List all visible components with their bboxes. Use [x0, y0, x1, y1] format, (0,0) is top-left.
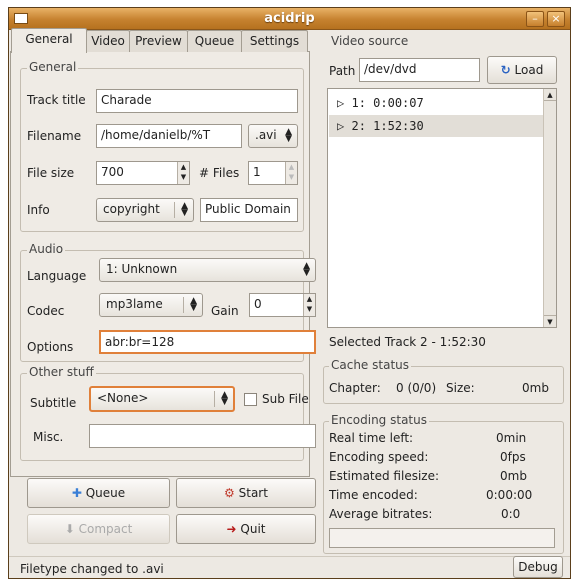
subtitle-select[interactable]: <None> ▲ ▼: [89, 386, 235, 412]
updown-arrows-icon: ▲ ▼: [190, 296, 197, 313]
start-button[interactable]: ⚙ Start: [176, 478, 316, 508]
track-list[interactable]: ▷ 1: 0:00:07 ▷ 2: 1:52:30 ▲ ▼: [327, 88, 557, 328]
time-encoded-label: Time encoded:: [329, 488, 418, 502]
quit-button[interactable]: ➜ Quit: [176, 514, 316, 544]
updown-arrows-icon: ▲ ▼: [221, 390, 228, 407]
estimated-filesize-value: 0mb: [500, 469, 527, 483]
real-time-left-label: Real time left:: [329, 431, 414, 445]
files-count-value: 1: [253, 165, 261, 179]
time-encoded-value: 0:00:00: [486, 488, 533, 502]
scroll-up-icon[interactable]: ▲: [544, 89, 556, 101]
tab-settings[interactable]: Settings: [241, 30, 308, 52]
track-title-label: Track title: [27, 93, 86, 107]
gain-spinbutton[interactable]: 0 ▲ ▼: [249, 293, 316, 317]
other-stuff-frame-label: Other stuff: [27, 365, 96, 379]
updown-arrows-icon: ▲ ▼: [181, 201, 188, 218]
cache-status-label: Cache status: [329, 358, 412, 372]
file-size-label: File size: [27, 166, 75, 180]
language-value: 1: Unknown: [106, 262, 178, 276]
minimize-button[interactable]: –: [526, 11, 544, 27]
average-bitrates-value: 0:0: [501, 507, 521, 521]
codec-value: mp3lame: [106, 297, 163, 311]
tab-general[interactable]: General: [11, 28, 87, 53]
encoding-speed-value: 0fps: [500, 450, 526, 464]
sub-file-label: Sub File: [262, 392, 309, 406]
files-count-label: # Files: [199, 166, 240, 180]
expander-icon[interactable]: ▷: [337, 96, 344, 110]
info-key-select[interactable]: copyright ▲ ▼: [96, 198, 194, 222]
title-bar[interactable]: acidrip – ×: [9, 8, 570, 30]
tab-video[interactable]: Video: [86, 30, 130, 52]
compact-icon: ⬇: [64, 522, 75, 536]
debug-button[interactable]: Debug: [513, 556, 563, 578]
encoding-status-label: Encoding status: [329, 413, 429, 427]
misc-input[interactable]: [89, 424, 316, 448]
estimated-filesize-label: Estimated filesize:: [329, 469, 440, 483]
average-bitrates-label: Average bitrates:: [329, 507, 433, 521]
options-input[interactable]: abr:br=128: [99, 330, 316, 354]
path-input[interactable]: /dev/dvd: [359, 58, 480, 82]
misc-label: Misc.: [33, 430, 64, 444]
file-size-spin-arrows-icon[interactable]: ▲ ▼: [177, 162, 189, 184]
subtitle-value: <None>: [97, 391, 149, 405]
general-frame-label: General: [27, 60, 79, 74]
codec-select[interactable]: mp3lame ▲ ▼: [99, 293, 203, 317]
options-label: Options: [27, 340, 74, 354]
size-label: Size:: [446, 381, 475, 395]
info-key-value: copyright: [103, 202, 160, 216]
add-icon: ✚: [71, 486, 82, 500]
load-button[interactable]: ↻ Load: [487, 56, 557, 84]
tab-preview[interactable]: Preview: [129, 30, 188, 52]
tab-queue[interactable]: Queue: [187, 30, 242, 52]
file-size-spinbutton[interactable]: 700 ▲ ▼: [96, 161, 190, 185]
track-row-1[interactable]: ▷ 1: 0:00:07: [329, 92, 543, 114]
language-label: Language: [27, 269, 87, 283]
filename-input[interactable]: /home/danielb/%T: [96, 124, 242, 148]
files-count-spinbutton[interactable]: 1 ▲ ▼: [248, 161, 298, 185]
video-source-label: Video source: [329, 34, 411, 48]
sub-file-checkbox[interactable]: [244, 393, 257, 406]
track-title-input[interactable]: Charade: [96, 89, 298, 113]
updown-arrows-icon: ▲ ▼: [303, 261, 310, 278]
encoding-speed-label: Encoding speed:: [329, 450, 429, 464]
start-icon: ⚙: [224, 486, 235, 500]
filename-label: Filename: [27, 129, 82, 143]
updown-arrows-icon: ▲ ▼: [285, 127, 292, 144]
compact-button[interactable]: ⬇ Compact: [27, 514, 170, 544]
selected-track-text: Selected Track 2 - 1:52:30: [329, 335, 486, 349]
codec-label: Codec: [27, 304, 65, 318]
file-size-value: 700: [101, 165, 124, 179]
gain-label: Gain: [211, 304, 239, 318]
size-value: 0mb: [522, 381, 549, 395]
files-count-spin-arrows-icon[interactable]: ▲ ▼: [285, 162, 297, 184]
encoding-progress-bar: [329, 528, 555, 548]
track-row-2[interactable]: ▷ 2: 1:52:30: [329, 115, 543, 137]
extension-select[interactable]: .avi ▲ ▼: [248, 124, 298, 148]
path-label: Path: [329, 64, 356, 78]
track-list-scrollbar[interactable]: ▲ ▼: [543, 89, 556, 327]
expander-icon[interactable]: ▷: [337, 119, 344, 133]
info-label: Info: [27, 203, 50, 217]
extension-value: .avi: [255, 128, 277, 142]
chapter-value: 0 (0/0): [396, 381, 437, 395]
info-value-input[interactable]: Public Domain: [200, 198, 298, 222]
scroll-down-icon[interactable]: ▼: [544, 315, 556, 327]
language-select[interactable]: 1: Unknown ▲ ▼: [99, 258, 316, 282]
quit-icon: ➜: [226, 522, 237, 536]
subtitle-label: Subtitle: [30, 396, 77, 410]
reload-icon: ↻: [500, 63, 511, 77]
statusbar-text: Filetype changed to .avi: [20, 562, 164, 576]
real-time-left-value: 0min: [496, 431, 527, 445]
window-title: acidrip: [264, 11, 315, 26]
queue-button[interactable]: ✚ Queue: [27, 478, 170, 508]
gain-value: 0: [254, 297, 262, 311]
chapter-label: Chapter:: [329, 381, 381, 395]
close-button[interactable]: ×: [547, 11, 565, 27]
audio-frame-label: Audio: [27, 242, 66, 256]
gain-spin-arrows-icon[interactable]: ▲ ▼: [303, 294, 315, 316]
statusbar-divider: [9, 556, 570, 557]
